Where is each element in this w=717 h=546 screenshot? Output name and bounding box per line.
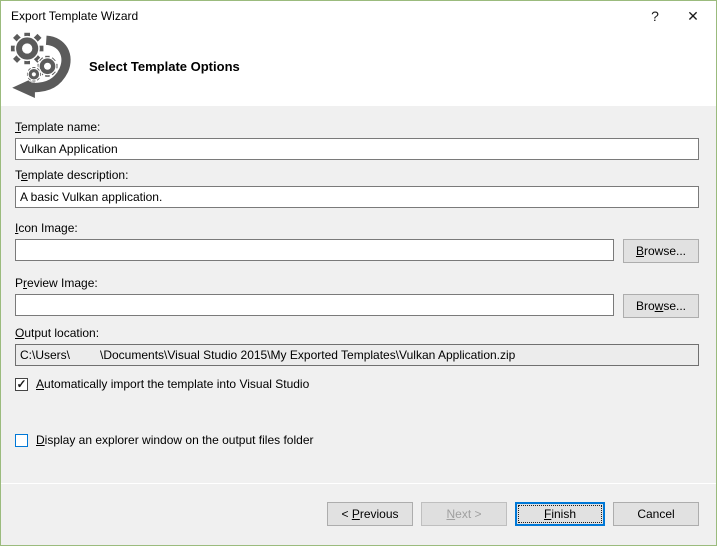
auto-import-checkbox[interactable]: ✓ <box>15 378 28 391</box>
explorer-window-checkbox[interactable]: ✓ <box>15 434 28 447</box>
explorer-window-row: ✓ Display an explorer window on the outp… <box>15 433 699 447</box>
auto-import-label[interactable]: Automatically import the template into V… <box>36 377 309 391</box>
form-body: Template name: Template description: Ico… <box>1 106 716 483</box>
preview-image-input[interactable] <box>15 294 614 316</box>
cancel-button[interactable]: Cancel <box>613 502 699 526</box>
explorer-window-label[interactable]: Display an explorer window on the output… <box>36 433 314 447</box>
template-name-input[interactable] <box>15 138 699 160</box>
icon-image-row: Browse... <box>15 239 699 263</box>
export-template-gears-icon <box>5 30 71 100</box>
auto-import-row: ✓ Automatically import the template into… <box>15 377 699 391</box>
icon-image-label: Icon Image: <box>15 221 699 237</box>
title-bar: Export Template Wizard ? ✕ <box>1 1 716 31</box>
preview-image-browse-button[interactable]: Browse... <box>623 294 699 318</box>
preview-image-label: Preview Image: <box>15 276 699 292</box>
close-icon[interactable]: ✕ <box>674 1 712 31</box>
previous-button[interactable]: < Previous <box>327 502 413 526</box>
finish-button[interactable]: Finish <box>515 502 605 526</box>
export-template-wizard-dialog: Export Template Wizard ? ✕ <box>0 0 717 546</box>
icon-image-browse-button[interactable]: Browse... <box>623 239 699 263</box>
preview-image-row: Browse... <box>15 294 699 318</box>
template-description-label: Template description: <box>15 168 699 184</box>
check-icon: ✓ <box>16 379 26 390</box>
next-button: Next > <box>421 502 507 526</box>
output-location-value: C:\Users\ \Documents\Visual Studio 2015\… <box>15 344 699 366</box>
wizard-header: Select Template Options <box>1 31 716 106</box>
button-bar: < Previous Next > Finish Cancel <box>1 483 716 545</box>
window-title: Export Template Wizard <box>1 9 636 23</box>
template-name-label: Template name: <box>15 120 699 136</box>
template-description-input[interactable] <box>15 186 699 208</box>
help-icon[interactable]: ? <box>636 1 674 31</box>
icon-image-input[interactable] <box>15 239 614 261</box>
output-location-label: Output location: <box>15 326 699 342</box>
